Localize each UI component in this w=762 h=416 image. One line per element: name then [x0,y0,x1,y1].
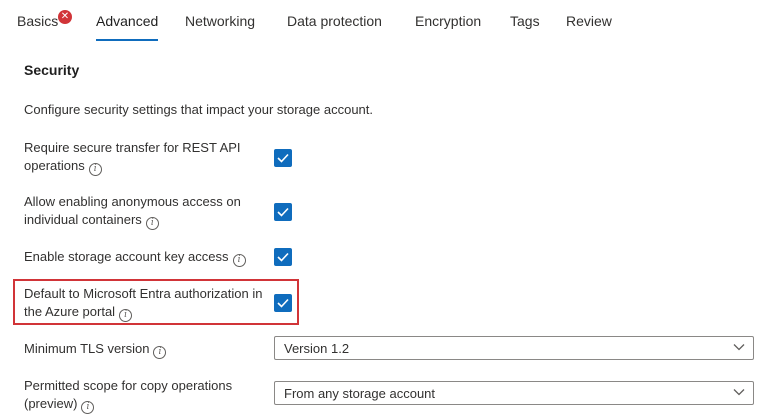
tab-label: Advanced [96,13,159,29]
secure-transfer-checkbox[interactable] [274,149,292,167]
label-line: operations i [24,157,274,176]
label-text: (preview) [24,396,78,411]
tab-tags[interactable]: Tags [510,13,540,29]
section-title: Security [24,62,80,78]
label-line: (preview) i [24,395,274,414]
label-text: Enable storage account key access [24,249,229,264]
setting-label-secure-transfer: Require secure transfer for REST API ope… [24,139,274,176]
tab-label: Basics [17,13,59,29]
copy-scope-label: Permitted scope for copy operations (pre… [24,377,274,414]
tab-label: Tags [510,13,540,29]
label-text: operations [24,158,85,173]
label-line: individual containers i [24,211,274,230]
tab-label: Networking [185,13,256,29]
label-text: the Azure portal [24,304,116,319]
checkmark-icon [277,153,289,163]
checkmark-icon [277,252,289,262]
label-text: Minimum TLS version [24,341,150,356]
selected-value: Version 1.2 [284,341,350,356]
info-icon[interactable]: i [232,254,246,267]
anonymous-access-checkbox[interactable] [274,203,292,221]
selected-value: From any storage account [284,386,436,401]
tab-data-protection[interactable]: Data protection [287,13,382,29]
label-line: Permitted scope for copy operations [24,378,233,393]
info-icon[interactable]: i [81,401,95,414]
active-tab-indicator [96,39,159,41]
tls-version-select[interactable]: Version 1.2 [274,336,754,360]
label-line: Allow enabling anonymous access on [24,194,241,209]
tab-advanced[interactable]: Advanced [96,13,159,41]
label-text: individual containers [24,212,142,227]
error-icon: ✕ [58,10,72,24]
tab-basics[interactable]: Basics [17,13,58,29]
label-line: Default to Microsoft Entra authorization… [24,286,263,301]
checkmark-icon [277,207,289,217]
chevron-down-icon [733,344,745,351]
tab-review[interactable]: Review [566,13,612,29]
checkmark-icon [277,298,289,308]
tab-networking[interactable]: Networking [185,13,255,29]
copy-scope-select[interactable]: From any storage account [274,381,754,405]
tab-bar: Basics ✕ Advanced Networking Data protec… [0,0,762,44]
tab-encryption[interactable]: Encryption [415,13,481,29]
setting-label-entra-default: Default to Microsoft Entra authorization… [24,285,274,322]
tab-label: Review [566,13,612,29]
chevron-down-icon [733,389,745,396]
tls-label: Minimum TLS version i [24,340,274,359]
setting-label-anonymous-access: Allow enabling anonymous access on indiv… [24,193,274,230]
label-line: Require secure transfer for REST API [24,140,241,155]
label-line: the Azure portal i [24,303,274,322]
entra-default-checkbox[interactable] [274,294,292,312]
tab-label: Encryption [415,13,482,29]
section-description: Configure security settings that impact … [24,102,374,117]
info-icon[interactable]: i [88,163,102,176]
info-icon[interactable]: i [153,346,167,359]
key-access-checkbox[interactable] [274,248,292,266]
info-icon[interactable]: i [119,309,133,322]
setting-label-key-access: Enable storage account key access i [24,248,274,267]
info-icon[interactable]: i [145,217,159,230]
label-line: Enable storage account key access i [24,248,274,267]
tab-label: Data protection [287,13,382,29]
